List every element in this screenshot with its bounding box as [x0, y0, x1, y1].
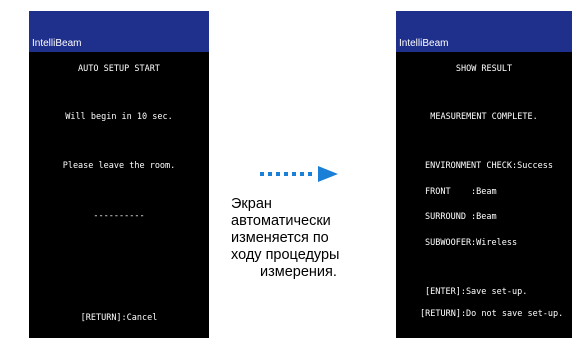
caption-line: измерения. — [260, 264, 337, 280]
measurement-status: MEASUREMENT COMPLETE. — [430, 112, 538, 122]
instruction-text: Please leave the room. — [62, 161, 176, 171]
cancel-option[interactable]: [RETURN]:Cancel — [29, 313, 209, 323]
caption: Экран автоматически изменяется по ходу п… — [231, 196, 381, 281]
environment-check: ENVIRONMENT CHECK:Success — [425, 161, 553, 171]
screen-heading: AUTO SETUP START — [78, 64, 160, 74]
surround-speaker-result: SURROUND :Beam — [425, 212, 497, 222]
caption-line: автоматически — [231, 213, 331, 229]
save-setup-option[interactable]: [ENTER]:Save set-up. — [425, 287, 527, 297]
tv-screen-auto-setup-start: IntelliBeam AUTO SETUP START Will begin … — [29, 11, 209, 338]
title-bar: IntelliBeam — [29, 11, 209, 52]
screen-heading: SHOW RESULT — [455, 64, 513, 74]
caption-line: изменяется по — [231, 230, 329, 246]
dotted-right-arrow-icon — [260, 166, 338, 182]
progress-indicator: ---------- — [93, 211, 145, 221]
caption-line: ходу процедуры — [231, 247, 340, 263]
countdown-text: Will begin in 10 sec. — [65, 112, 173, 122]
tv-screen-show-result: IntelliBeam SHOW RESULT MEASUREMENT COMP… — [396, 11, 572, 338]
title-bar: IntelliBeam — [396, 11, 572, 52]
front-speaker-result: FRONT :Beam — [425, 187, 497, 197]
discard-setup-option[interactable]: [RETURN]:Do not save set-up. — [420, 309, 563, 319]
intellibeam-logo: IntelliBeam — [399, 38, 449, 49]
subwoofer-result: SUBWOOFER:Wireless — [425, 238, 518, 248]
intellibeam-logo: IntelliBeam — [32, 38, 82, 49]
caption-line: Экран — [231, 196, 272, 212]
